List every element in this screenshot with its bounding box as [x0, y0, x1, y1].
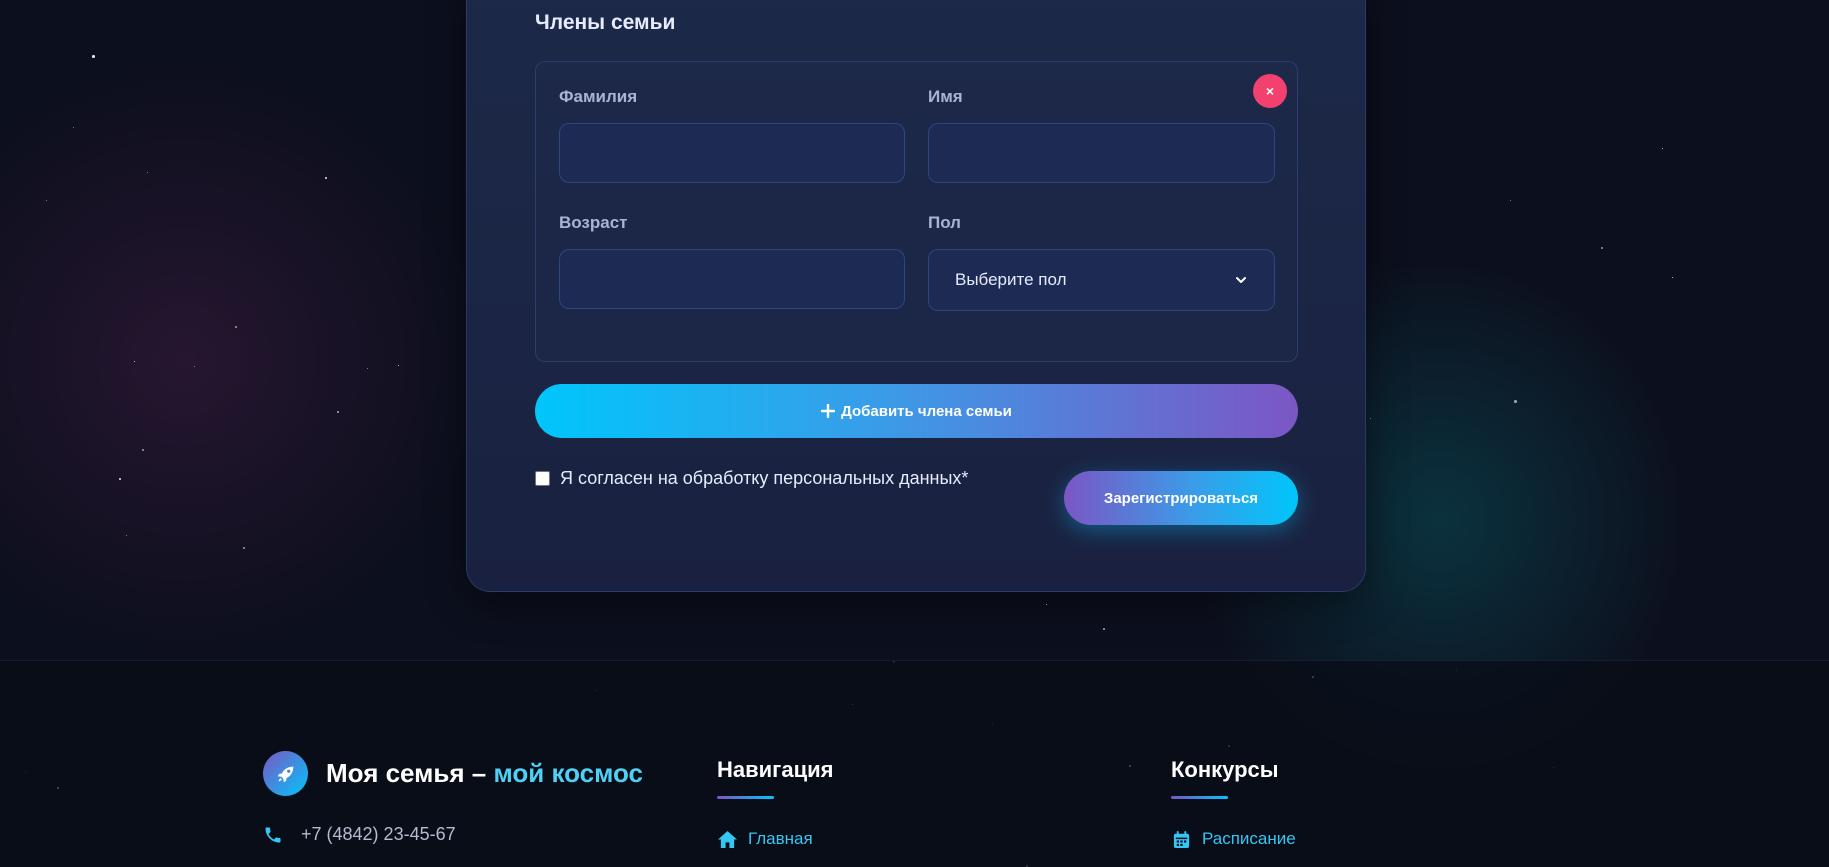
star — [1103, 628, 1105, 630]
star — [1601, 247, 1603, 249]
star — [1510, 200, 1511, 201]
star — [147, 172, 148, 173]
footer-contests: Конкурсы Расписание — [1171, 757, 1296, 849]
add-family-member-label: Добавить члена семьи — [841, 402, 1012, 420]
navigation-heading: Навигация — [717, 757, 834, 782]
star — [325, 177, 327, 179]
star — [1370, 418, 1371, 419]
star — [142, 449, 144, 451]
brand-name-main: Моя семья – — [326, 758, 494, 788]
star — [337, 411, 339, 413]
gender-select-value: Выберите пол — [955, 270, 1067, 289]
add-family-member-button[interactable]: Добавить члена семьи — [535, 384, 1298, 438]
star — [367, 368, 368, 369]
first-name-label: Имя — [928, 87, 963, 106]
contests-link-label: Расписание — [1202, 829, 1296, 848]
star — [92, 55, 95, 58]
age-input[interactable] — [559, 249, 905, 309]
last-name-input[interactable] — [559, 123, 905, 183]
gender-label: Пол — [928, 213, 961, 232]
brand-name-accent: мой космос — [493, 758, 644, 788]
calendar-icon — [1173, 830, 1190, 848]
home-icon — [718, 830, 737, 848]
first-name-input[interactable] — [928, 123, 1275, 183]
heading-underline — [1171, 796, 1228, 799]
phone-icon — [265, 827, 281, 842]
remove-member-button[interactable]: × — [1253, 74, 1287, 108]
section-title: Члены семьи — [535, 11, 676, 34]
star — [235, 326, 237, 328]
star — [1514, 400, 1517, 403]
star — [1046, 604, 1047, 605]
nav-link-home[interactable]: Главная — [717, 829, 833, 849]
registration-form-card: Члены семьи × Фамилия Имя Возраст Пол Вы… — [466, 0, 1366, 592]
rocket-icon — [263, 751, 308, 796]
star — [119, 478, 121, 480]
star — [73, 127, 74, 128]
star — [194, 366, 195, 367]
footer: Моя семья – мой космос +7 (4842) 23-45-6… — [0, 660, 1829, 867]
plus-icon — [821, 404, 836, 418]
heading-underline — [717, 796, 774, 799]
star — [1672, 277, 1673, 278]
star — [126, 535, 127, 536]
star — [46, 200, 47, 201]
star — [1662, 148, 1663, 149]
footer-phone[interactable]: +7 (4842) 23-45-67 — [263, 824, 456, 845]
consent-row: Я согласен на обработку персональных дан… — [535, 468, 968, 489]
gender-select[interactable]: Выберите пол — [928, 249, 1275, 311]
footer-brand[interactable]: Моя семья – мой космос — [263, 751, 643, 796]
age-label: Возраст — [559, 213, 628, 232]
phone-number: +7 (4842) 23-45-67 — [301, 824, 456, 844]
brand-name: Моя семья – мой космос — [326, 758, 643, 789]
family-member-block: × Фамилия Имя Возраст Пол Выберите пол — [535, 61, 1298, 362]
nav-link-label: Главная — [748, 829, 813, 848]
star — [243, 547, 245, 549]
contests-link-schedule[interactable]: Расписание — [1171, 829, 1296, 849]
consent-checkbox[interactable] — [535, 471, 550, 486]
star — [398, 365, 399, 366]
last-name-label: Фамилия — [559, 87, 638, 106]
register-button[interactable]: Зарегистрироваться — [1064, 471, 1298, 525]
footer-navigation: Навигация Главная — [717, 757, 833, 849]
contests-heading: Конкурсы — [1171, 757, 1279, 782]
star — [134, 361, 135, 362]
chevron-down-icon — [1236, 277, 1246, 283]
consent-label: Я согласен на обработку персональных дан… — [560, 468, 969, 488]
